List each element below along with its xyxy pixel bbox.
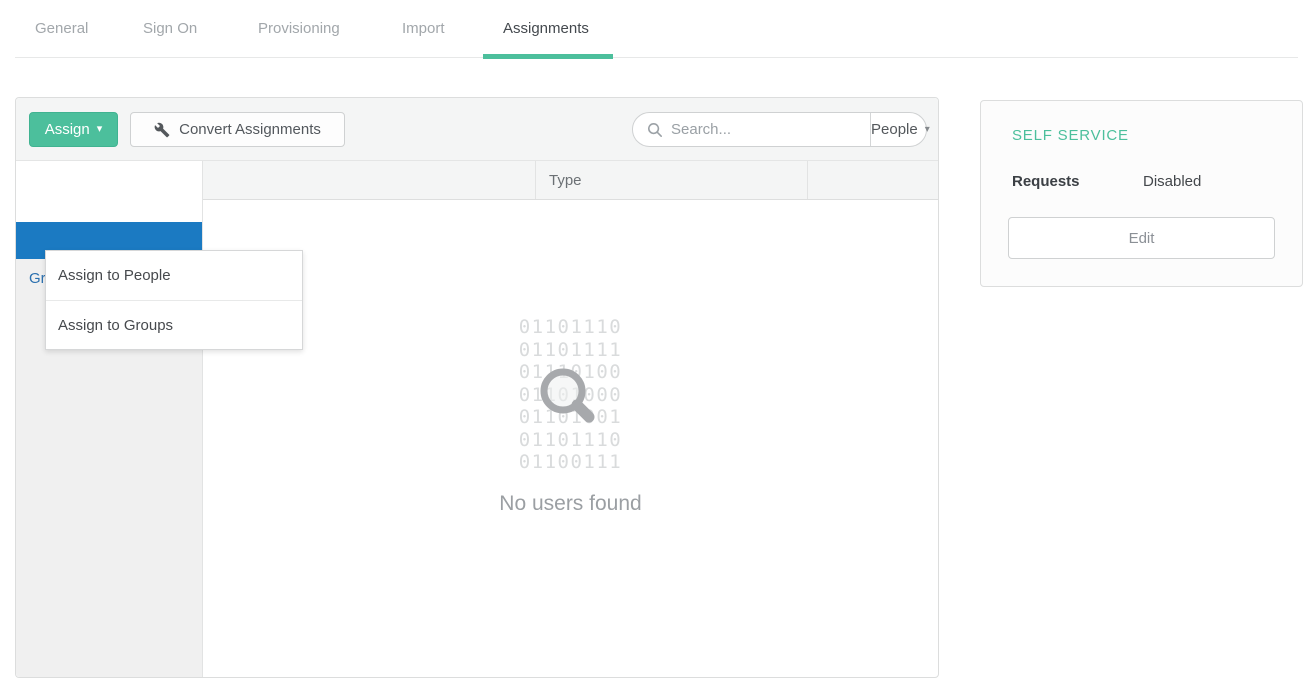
self-service-title: SELF SERVICE xyxy=(1012,127,1129,144)
binary-row: 01101111 xyxy=(519,339,623,362)
caret-down-icon: ▾ xyxy=(97,124,103,135)
tab-import[interactable]: Import xyxy=(402,20,445,37)
menu-item-assign-to-people[interactable]: Assign to People xyxy=(46,251,302,300)
assignments-sidebar: Groups xyxy=(16,161,203,677)
edit-button[interactable]: Edit xyxy=(1008,217,1275,259)
search-scope-label: People xyxy=(871,121,918,138)
self-service-card: SELF SERVICE Requests Disabled Edit xyxy=(980,100,1303,287)
column-divider xyxy=(807,161,808,199)
tab-bar-divider xyxy=(15,57,1298,58)
binary-row: 01100111 xyxy=(519,451,623,474)
assignments-toolbar: Assign ▾ Convert Assignments xyxy=(16,98,938,161)
convert-assignments-button[interactable]: Convert Assignments xyxy=(130,112,345,147)
tab-general[interactable]: General xyxy=(35,20,88,37)
search-input[interactable] xyxy=(671,121,870,138)
requests-value: Disabled xyxy=(1143,173,1201,190)
wrench-icon xyxy=(154,122,170,138)
type-column-header: Type xyxy=(549,161,582,200)
tab-provisioning[interactable]: Provisioning xyxy=(258,20,340,37)
empty-state: 01101110 01101111 01110100 01101000 0110… xyxy=(203,200,938,677)
convert-assignments-label: Convert Assignments xyxy=(179,121,321,138)
tab-assignments[interactable]: Assignments xyxy=(503,20,589,37)
search-segment xyxy=(633,113,870,146)
binary-row: 01101110 xyxy=(519,429,623,452)
assign-button-label: Assign xyxy=(45,121,90,138)
menu-item-assign-to-groups[interactable]: Assign to Groups xyxy=(46,300,302,349)
assign-dropdown-menu: Assign to People Assign to Groups xyxy=(45,250,303,350)
search-icon xyxy=(647,122,663,138)
active-tab-underline xyxy=(483,54,613,59)
tab-sign-on[interactable]: Sign On xyxy=(143,20,197,37)
binary-graphic: 01101110 01101111 01110100 01101000 0110… xyxy=(519,316,623,474)
assign-button[interactable]: Assign ▾ xyxy=(29,112,118,147)
column-divider xyxy=(535,161,536,199)
assignments-table-header: Type xyxy=(202,161,938,200)
search-scope-dropdown[interactable]: People ▾ xyxy=(870,113,930,146)
search-control: People ▾ xyxy=(632,112,927,147)
assignments-panel: Assign ▾ Convert Assignments xyxy=(15,97,939,678)
empty-state-message: No users found xyxy=(499,492,641,516)
binary-row: 01101110 xyxy=(519,316,623,339)
magnifier-icon xyxy=(537,365,599,427)
requests-label: Requests xyxy=(1012,173,1080,190)
caret-down-icon: ▾ xyxy=(925,124,930,135)
